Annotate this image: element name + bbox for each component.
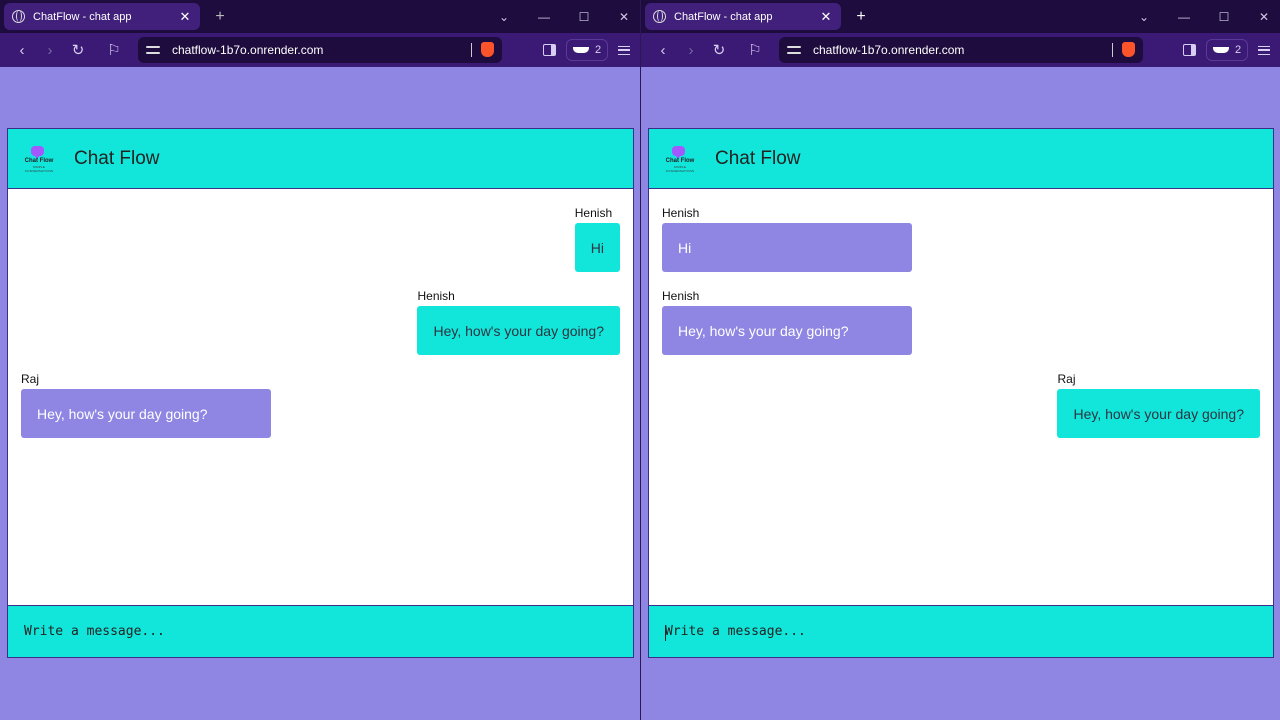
app-header: Chat Flow SIMPLE CONVERSATIONS Chat Flow: [649, 129, 1273, 189]
chevron-down-icon[interactable]: ⌄: [1138, 10, 1150, 24]
message-bubble: Hey, how's your day going?: [662, 306, 912, 355]
message-sender: Raj: [1057, 372, 1076, 386]
new-tab-button[interactable]: +: [851, 8, 871, 26]
maximize-button[interactable]: ☐: [1218, 10, 1230, 24]
message-sender: Henish: [662, 289, 700, 303]
logo-text: Chat Flow: [24, 157, 54, 164]
globe-icon: [12, 10, 25, 23]
message-sender: Henish: [574, 206, 613, 220]
message-input[interactable]: [24, 624, 604, 639]
message-sender: Raj: [21, 372, 40, 386]
toolbar-right: 2: [1183, 37, 1270, 63]
chat-app: Chat Flow SIMPLE CONVERSATIONS Chat Flow…: [7, 128, 634, 658]
glasses-icon: [572, 47, 589, 53]
chevron-down-icon[interactable]: ⌄: [498, 10, 510, 24]
app-logo: Chat Flow SIMPLE CONVERSATIONS: [22, 145, 56, 173]
divider: [1112, 43, 1113, 57]
text-cursor: [665, 625, 666, 641]
message-item: Raj Hey, how's your day going?: [1057, 372, 1260, 438]
app-header: Chat Flow SIMPLE CONVERSATIONS Chat Flow: [8, 129, 633, 189]
globe-icon: [653, 10, 666, 23]
brave-shields-icon[interactable]: [481, 42, 494, 57]
message-item: Raj Hey, how's your day going?: [21, 372, 271, 438]
url-text: chatflow-1b7o.onrender.com: [813, 43, 965, 57]
extensions-count: 2: [594, 44, 602, 56]
site-settings-icon[interactable]: [787, 44, 801, 56]
screen: ChatFlow - chat app ✕ + ⌄ — ☐ ✕ ‹ › ↻ ⚐ …: [0, 0, 1280, 720]
page-viewport: Chat Flow SIMPLE CONVERSATIONS Chat Flow…: [641, 67, 1280, 720]
composer-bar: [649, 605, 1273, 657]
minimize-button[interactable]: —: [1178, 10, 1190, 24]
chat-app: Chat Flow SIMPLE CONVERSATIONS Chat Flow…: [648, 128, 1274, 658]
divider: [471, 43, 472, 57]
nav-bar: ‹ › ↻ ⚐ chatflow-1b7o.onrender.com 2: [641, 33, 1280, 67]
tab-title: ChatFlow - chat app: [33, 10, 132, 23]
message-item: Henish Hi: [662, 206, 912, 272]
minimize-button[interactable]: —: [538, 10, 550, 24]
logo-text: Chat Flow: [665, 157, 695, 164]
site-settings-icon[interactable]: [146, 44, 160, 56]
tab-bar: ChatFlow - chat app ✕ + ⌄ — ☐ ✕: [0, 0, 640, 33]
chat-bubble-icon: [31, 145, 44, 159]
brave-shields-icon[interactable]: [1122, 42, 1135, 57]
message-item: Henish Hey, how's your day going?: [662, 289, 912, 355]
tab-title: ChatFlow - chat app: [674, 10, 773, 23]
sidebar-icon[interactable]: [1183, 44, 1196, 56]
close-window-button[interactable]: ✕: [618, 10, 630, 24]
message-bubble: Hey, how's your day going?: [21, 389, 271, 438]
bookmark-icon[interactable]: ⚐: [741, 41, 769, 59]
sidebar-icon[interactable]: [543, 44, 556, 56]
bookmark-icon[interactable]: ⚐: [100, 41, 128, 59]
address-bar[interactable]: chatflow-1b7o.onrender.com: [779, 37, 1143, 63]
back-button[interactable]: ‹: [649, 42, 677, 59]
logo-subtext: SIMPLE CONVERSATIONS: [24, 164, 54, 173]
app-logo: Chat Flow SIMPLE CONVERSATIONS: [663, 145, 697, 173]
message-item: Henish Hey, how's your day going?: [417, 289, 620, 355]
message-sender: Henish: [662, 206, 700, 220]
reload-button[interactable]: ↻: [705, 41, 733, 59]
new-tab-button[interactable]: +: [210, 8, 230, 26]
address-bar[interactable]: chatflow-1b7o.onrender.com: [138, 37, 502, 63]
forward-button[interactable]: ›: [677, 42, 705, 59]
message-list: Henish Hi Henish Hey, how's your day goi…: [649, 189, 1273, 605]
browser-tab[interactable]: ChatFlow - chat app ✕: [645, 3, 841, 30]
extensions-count: 2: [1234, 44, 1242, 56]
browser-window-right: ChatFlow - chat app ✕ + ⌄ — ☐ ✕ ‹ › ↻ ⚐ …: [640, 0, 1280, 720]
message-bubble: Hey, how's your day going?: [1057, 389, 1260, 438]
message-list: Henish Hi Henish Hey, how's your day goi…: [8, 189, 633, 605]
logo-subtext: SIMPLE CONVERSATIONS: [665, 164, 695, 173]
url-text: chatflow-1b7o.onrender.com: [172, 43, 324, 57]
nav-bar: ‹ › ↻ ⚐ chatflow-1b7o.onrender.com 2: [0, 33, 640, 67]
app-title: Chat Flow: [74, 147, 160, 169]
reload-button[interactable]: ↻: [64, 41, 92, 59]
composer-bar: [8, 605, 633, 657]
app-title: Chat Flow: [715, 147, 801, 169]
message-sender: Henish: [417, 289, 455, 303]
glasses-icon: [1212, 47, 1229, 53]
toolbar-right: 2: [543, 37, 630, 63]
message-item: Henish Hi: [574, 206, 620, 272]
message-input[interactable]: [665, 624, 1245, 639]
close-tab-icon[interactable]: ✕: [178, 9, 192, 25]
window-controls: ⌄ — ☐ ✕: [498, 0, 630, 33]
maximize-button[interactable]: ☐: [578, 10, 590, 24]
forward-button[interactable]: ›: [36, 42, 64, 59]
message-bubble: Hi: [662, 223, 912, 272]
close-tab-icon[interactable]: ✕: [819, 9, 833, 25]
extensions-button[interactable]: 2: [1206, 39, 1248, 61]
tab-bar: ChatFlow - chat app ✕ + ⌄ — ☐ ✕: [641, 0, 1280, 33]
window-controls: ⌄ — ☐ ✕: [1138, 0, 1270, 33]
menu-icon[interactable]: [1258, 45, 1270, 55]
message-bubble: Hey, how's your day going?: [417, 306, 620, 355]
page-viewport: Chat Flow SIMPLE CONVERSATIONS Chat Flow…: [0, 67, 640, 720]
chat-bubble-icon: [672, 145, 685, 159]
menu-icon[interactable]: [618, 45, 630, 55]
extensions-button[interactable]: 2: [566, 39, 608, 61]
browser-tab[interactable]: ChatFlow - chat app ✕: [4, 3, 200, 30]
message-bubble: Hi: [574, 223, 620, 272]
close-window-button[interactable]: ✕: [1258, 10, 1270, 24]
back-button[interactable]: ‹: [8, 42, 36, 59]
browser-window-left: ChatFlow - chat app ✕ + ⌄ — ☐ ✕ ‹ › ↻ ⚐ …: [0, 0, 640, 720]
